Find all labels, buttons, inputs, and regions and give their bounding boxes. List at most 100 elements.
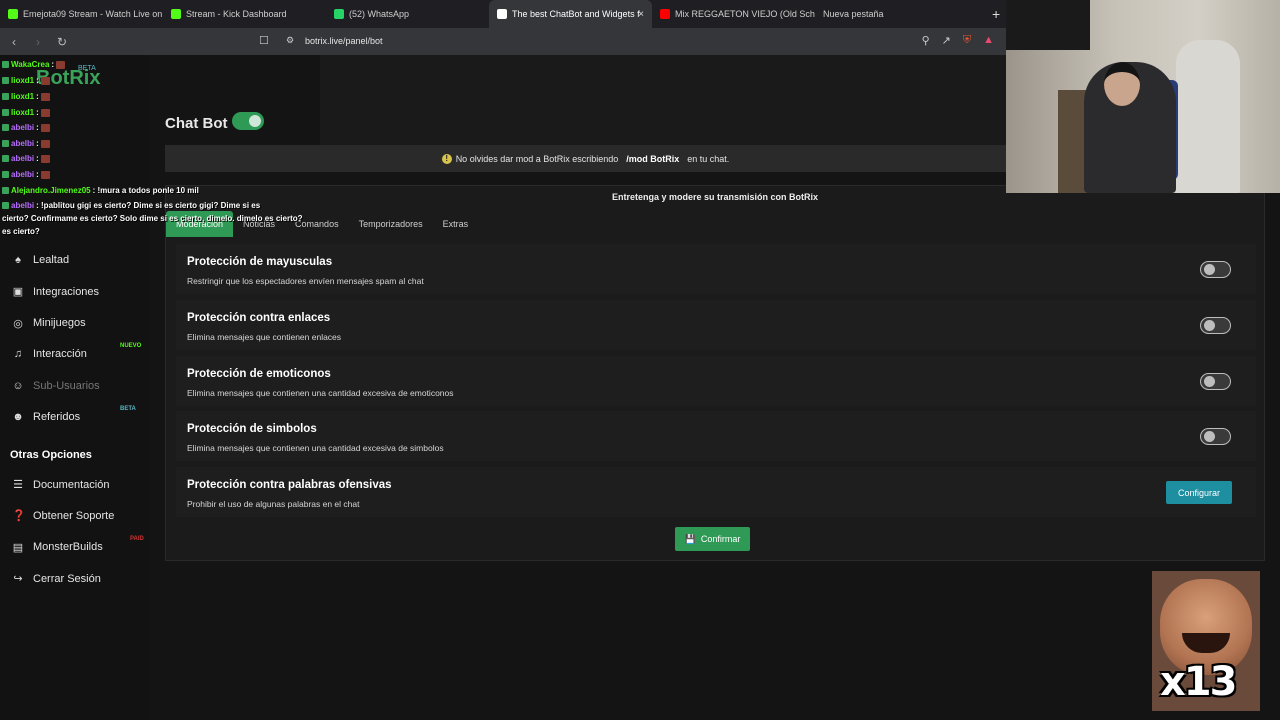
kick-icon xyxy=(8,9,18,19)
chat-message: Alejandro.Jimenez05: !mura a todos ponle… xyxy=(2,186,199,195)
users-icon: ☺ xyxy=(12,379,24,392)
zoom-icon[interactable]: ⚲ xyxy=(922,34,930,47)
chat-username: abelbi xyxy=(11,170,35,179)
setting-description: Elimina mensajes que contienen enlaces xyxy=(187,331,342,342)
chat-text: : xyxy=(36,92,39,101)
sidebar-item[interactable]: ♫ Interacción xyxy=(12,348,87,360)
browser-tab[interactable]: Nueva pestaña xyxy=(815,0,978,28)
address-bar: ‹ › ↻ ☐ ⚙ botrix.live/panel/bot ⚲ ↗ ⛨ ▲ xyxy=(0,28,1006,55)
sidebar-item[interactable]: ❓ Obtener Soporte xyxy=(12,509,114,523)
browser-tab[interactable]: (52) WhatsApp xyxy=(326,0,489,28)
chat-text: : xyxy=(36,108,39,117)
help-icon: ❓ xyxy=(12,510,26,523)
sidebar-item[interactable]: ☰ Documentación xyxy=(12,478,109,492)
chat-text: : xyxy=(36,76,39,85)
chat-username: abelbi xyxy=(11,139,35,148)
sidebar-item-label: Cerrar Sesión xyxy=(33,572,101,585)
forward-icon[interactable]: › xyxy=(28,35,48,49)
bookmark-icon[interactable]: ☐ xyxy=(259,34,269,47)
url-field[interactable]: botrix.live/panel/bot xyxy=(305,36,383,46)
sidebar-tag: BETA xyxy=(120,406,136,412)
setting-toggle[interactable] xyxy=(1200,428,1231,446)
brave-rewards-icon[interactable]: ▲ xyxy=(983,34,994,47)
botrix-icon xyxy=(497,9,507,19)
notice-text: No olvides dar mod a BotRix escribiendo xyxy=(455,153,619,164)
chat-emote-icon xyxy=(40,170,50,179)
chat-badge-icon xyxy=(2,140,9,147)
sidebar-item-label: MonsterBuilds xyxy=(33,541,103,554)
sidebar-item-label: Integraciones xyxy=(33,285,100,298)
chat-message: WakaCrea: xyxy=(2,60,66,69)
chat-badge-icon xyxy=(2,61,9,68)
warning-icon: ! xyxy=(441,153,452,164)
chat-text: : xyxy=(36,154,39,163)
setting-row: Protección contra enlaces Elimina mensaje… xyxy=(176,299,1256,350)
webcam-tv xyxy=(1006,0,1090,50)
chat-badge-icon xyxy=(2,124,9,131)
browser-tab[interactable]: Emejota09 Stream - Watch Live on K xyxy=(0,0,163,28)
referrals-icon: ☻ xyxy=(12,411,24,423)
brave-shield-icon[interactable]: ⛨ xyxy=(963,34,971,47)
sidebar-item[interactable]: ☺ Sub-Usuarios xyxy=(12,379,100,392)
chat-message: abelbi: xyxy=(2,139,50,148)
reload-icon[interactable]: ↻ xyxy=(52,35,72,49)
sidebar-item[interactable]: ☻ Referidos xyxy=(12,411,80,423)
chat-text: : !pablitou gigi es cierto? Dime si es c… xyxy=(36,201,261,210)
sidebar-item[interactable]: ◎ Minijuegos xyxy=(12,317,86,330)
sidebar-item[interactable]: ▤ MonsterBuilds xyxy=(12,541,103,554)
share-icon[interactable]: ↗ xyxy=(942,34,951,47)
setting-toggle[interactable] xyxy=(1200,261,1231,278)
browser-tab-label: (52) WhatsApp xyxy=(349,9,410,19)
chat-message: lioxd1: xyxy=(2,76,50,85)
chat-message: lioxd1: xyxy=(2,92,50,101)
site-info-icon[interactable]: ⚙ xyxy=(286,35,294,46)
browser-tab[interactable]: Stream - Kick Dashboard xyxy=(163,0,326,28)
chat-username: lioxd1 xyxy=(11,108,35,117)
close-tab-icon[interactable]: × xyxy=(638,9,644,20)
sidebar-tag: PAID xyxy=(130,535,144,542)
chat-text: : xyxy=(36,139,39,148)
sidebar-item[interactable]: ▣ Integraciones xyxy=(12,285,100,299)
panel-tab[interactable]: Extras xyxy=(433,211,479,237)
back-icon[interactable]: ‹ xyxy=(4,35,24,49)
integrations-icon: ▣ xyxy=(12,286,24,299)
browser-tab[interactable]: The best ChatBot and Widgets f × xyxy=(489,0,652,28)
monitor-icon: ▤ xyxy=(12,541,24,554)
chat-text: : xyxy=(36,170,39,179)
chat-message: abelbi: !pablitou gigi es cierto? Dime s… xyxy=(2,201,260,210)
sidebar-item-label: Referidos xyxy=(33,411,81,423)
sidebar-item-label: Sub-Usuarios xyxy=(33,379,100,392)
kick-icon xyxy=(171,9,181,19)
chat-message: abelbi: xyxy=(2,123,50,132)
sidebar-item-label: Minijuegos xyxy=(33,317,86,330)
bot-settings-panel: Entretenga y modere su transmisión con B… xyxy=(165,185,1265,561)
panel-tab[interactable]: Temporizadores xyxy=(349,211,433,237)
chat-badge-icon xyxy=(2,77,9,84)
sidebar-item[interactable]: ↪ Cerrar Sesión xyxy=(12,572,101,586)
browser-tab-label: Nueva pestaña xyxy=(823,9,884,19)
chat-text: es cierto? xyxy=(2,227,40,236)
setting-title: Protección de mayusculas xyxy=(187,256,333,268)
chat-message: es cierto? xyxy=(2,227,40,236)
header-strip xyxy=(320,55,1006,145)
notice-suffix: en tu chat. xyxy=(687,153,730,164)
chat-username: lioxd1 xyxy=(11,92,35,101)
setting-title: Protección contra palabras ofensivas xyxy=(187,479,392,492)
chat-username: lioxd1 xyxy=(11,76,35,85)
chat-text: cierto? Confirmame es cierto? Solo dime … xyxy=(2,214,303,223)
browser-tab[interactable]: Mix REGGAETON VIEJO (Old Sch xyxy=(652,0,815,28)
chat-badge-icon xyxy=(2,155,9,162)
setting-description: Prohibir el uso de algunas palabras en e… xyxy=(187,499,360,510)
chat-username: Alejandro.Jimenez05 xyxy=(11,186,91,195)
meme-overlay: x13 xyxy=(1152,571,1260,711)
configure-button[interactable]: Configurar xyxy=(1166,481,1232,505)
setting-toggle[interactable] xyxy=(1200,316,1231,334)
address-bar-actions: ⚲ ↗ ⛨ ▲ xyxy=(922,34,994,47)
chat-badge-icon xyxy=(2,109,9,116)
sidebar-item[interactable]: ♠ Lealtad xyxy=(12,254,69,266)
chat-username: abelbi xyxy=(11,154,35,163)
stream-chat-overlay: WakaCrea: lioxd1: lioxd1: lioxd1: abelbi: abe… xyxy=(0,58,320,238)
confirm-button[interactable]: 💾 Confirmar xyxy=(675,527,750,551)
setting-toggle[interactable] xyxy=(1200,372,1231,390)
chat-badge-icon xyxy=(2,202,9,209)
